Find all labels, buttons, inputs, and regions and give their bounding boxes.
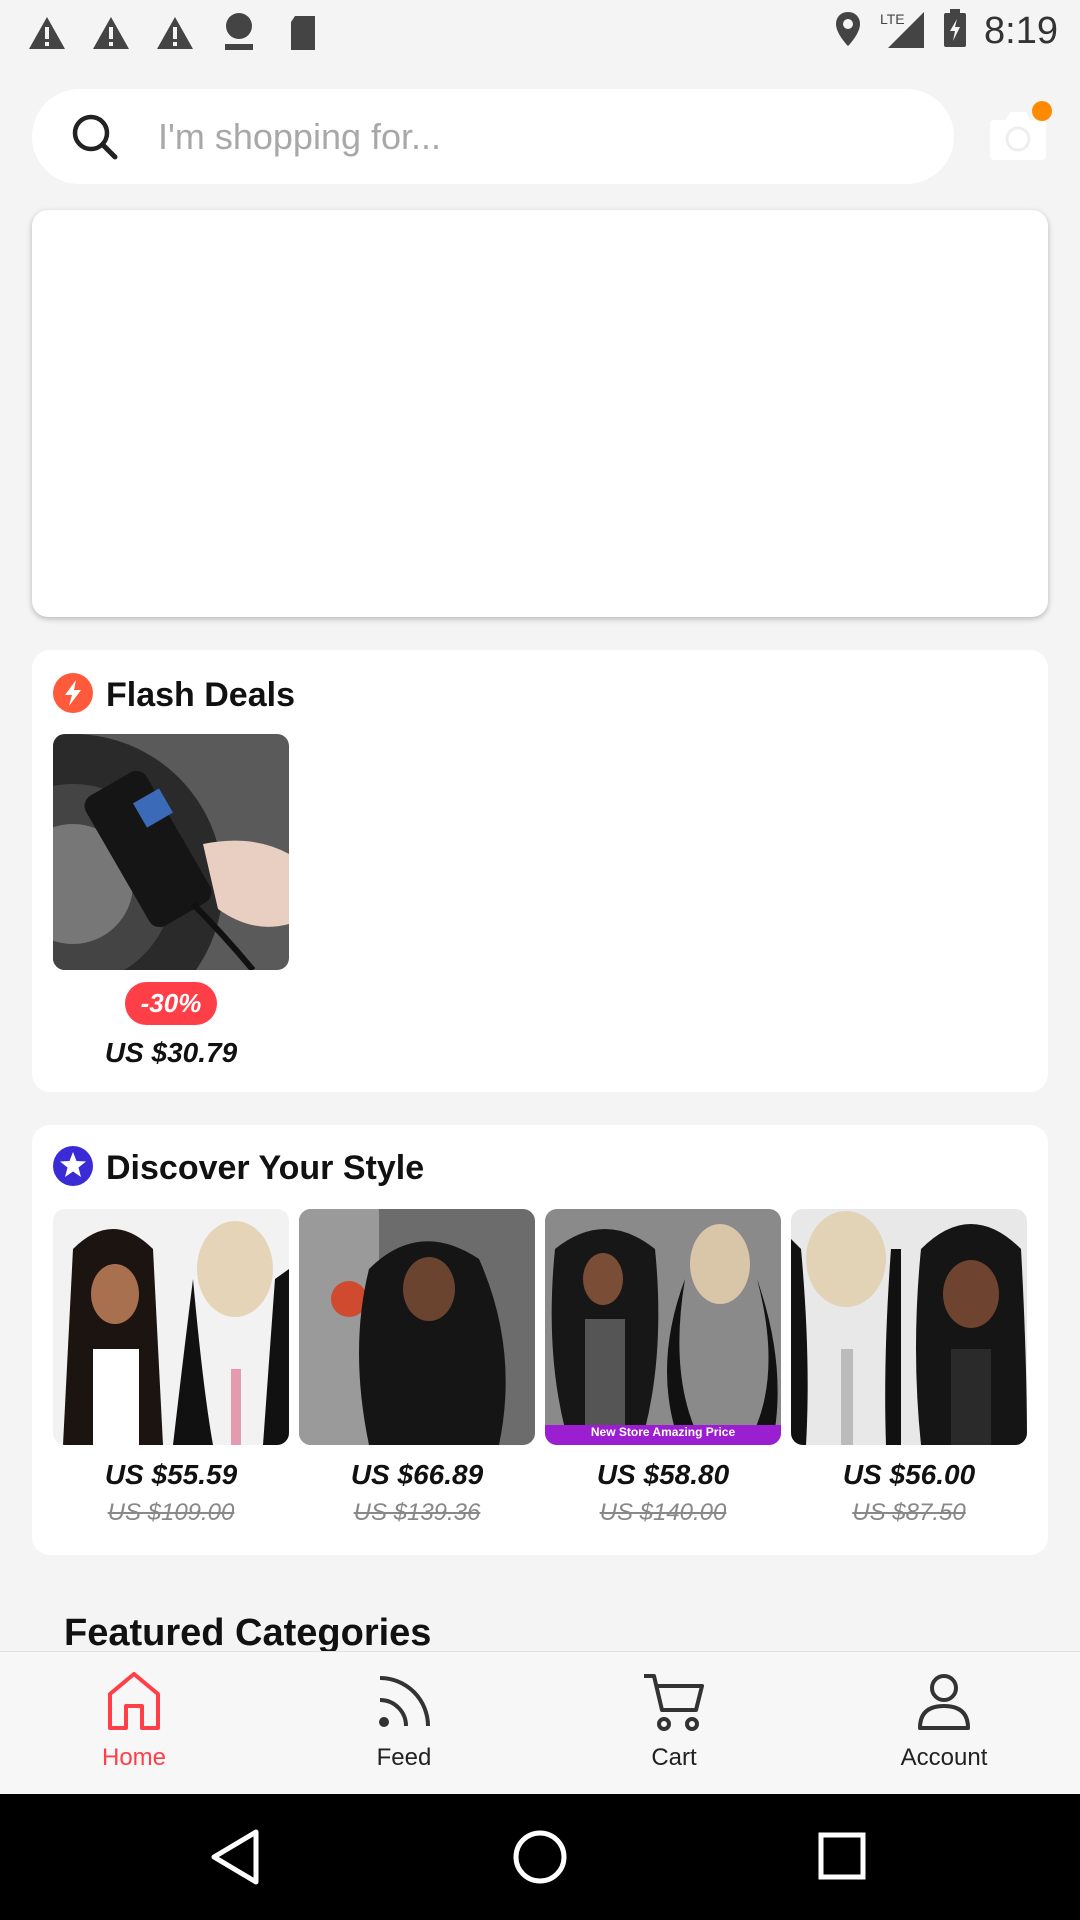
flash-deal-item[interactable]: -30% US $30.79 (53, 734, 289, 1069)
promo-banner[interactable] (32, 210, 1048, 617)
discount-badge: -30% (124, 982, 218, 1025)
network-label: LTE (880, 11, 905, 27)
product-price: US $55.59 (104, 1459, 238, 1490)
discover-item[interactable]: US $66.89 US $139.36 (299, 1209, 535, 1527)
notification-dot (1032, 101, 1052, 121)
nav-feed-label: Feed (376, 1744, 432, 1771)
search-bar[interactable] (32, 89, 954, 184)
product-price: US $30.79 (104, 1037, 238, 1068)
search-input[interactable] (158, 89, 918, 184)
back-icon[interactable] (204, 1824, 270, 1890)
search-icon[interactable] (70, 112, 120, 162)
featured-categories-title: Featured Categories (64, 1612, 432, 1654)
flash-deals-header[interactable]: Flash Deals (52, 672, 295, 719)
product-image[interactable] (299, 1209, 535, 1445)
nav-home[interactable]: Home (34, 1670, 234, 1772)
abc-news-icon (218, 12, 260, 54)
discover-item[interactable]: New Store Amazing Price US $58.80 US $14… (545, 1209, 781, 1527)
status-bar: LTE 8:19 (0, 0, 1080, 66)
battery-icon (942, 9, 968, 54)
product-image[interactable]: New Store Amazing Price (545, 1209, 781, 1445)
nav-cart[interactable]: Cart (574, 1670, 774, 1772)
sd-card-icon (282, 12, 324, 54)
discover-item[interactable]: US $55.59 US $109.00 (53, 1209, 289, 1527)
home-circle-icon[interactable] (507, 1824, 573, 1890)
nav-feed[interactable]: Feed (304, 1670, 504, 1772)
star-badge-icon (52, 1145, 94, 1192)
status-time: 8:19 (984, 10, 1058, 52)
discover-style-section: Discover Your Style US $55.59 US $109.00 (32, 1125, 1048, 1555)
lightning-icon (52, 672, 94, 719)
bottom-navigation: Home Feed Cart Account (0, 1651, 1080, 1794)
product-image[interactable] (791, 1209, 1027, 1445)
product-old-price: US $109.00 (107, 1499, 235, 1526)
nav-cart-label: Cart (651, 1744, 697, 1771)
warning-icon (90, 12, 132, 54)
flash-deals-title: Flash Deals (106, 676, 295, 714)
feed-icon[interactable] (304, 1670, 504, 1732)
product-image[interactable] (53, 1209, 289, 1445)
product-price: US $56.00 (842, 1459, 976, 1490)
flash-deals-section: Flash Deals -30% US $30.79 (32, 650, 1048, 1092)
nav-home-label: Home (101, 1744, 167, 1771)
product-old-price: US $87.50 (852, 1499, 966, 1526)
location-icon (834, 10, 862, 53)
discover-item[interactable]: US $56.00 US $87.50 (791, 1209, 1027, 1527)
cart-icon[interactable] (574, 1670, 774, 1732)
home-icon[interactable] (34, 1670, 234, 1732)
signal-icon: LTE (878, 8, 926, 55)
product-price: US $66.89 (350, 1459, 484, 1490)
product-old-price: US $140.00 (599, 1499, 727, 1526)
product-tag: New Store Amazing Price (590, 1425, 736, 1439)
warning-icon (26, 12, 68, 54)
warning-icon (154, 12, 196, 54)
nav-account-label: Account (900, 1744, 988, 1771)
product-price: US $58.80 (596, 1459, 730, 1490)
account-icon[interactable] (844, 1670, 1044, 1732)
discover-style-header[interactable]: Discover Your Style (52, 1145, 424, 1192)
discover-style-title: Discover Your Style (106, 1149, 425, 1187)
recents-icon[interactable] (810, 1824, 876, 1890)
system-navigation-bar (0, 1794, 1080, 1920)
nav-account[interactable]: Account (844, 1670, 1044, 1772)
product-image[interactable] (53, 734, 289, 970)
product-old-price: US $139.36 (353, 1499, 481, 1526)
